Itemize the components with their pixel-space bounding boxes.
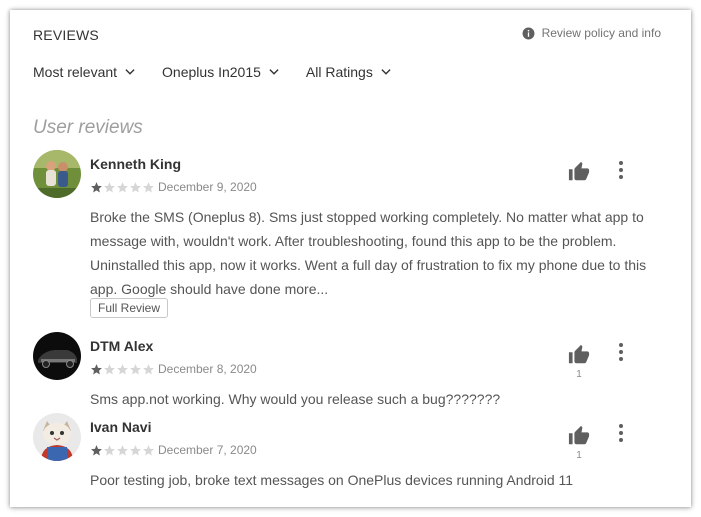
more-options-icon[interactable] — [614, 423, 628, 443]
review-text: Sms app.not working. Why would you relea… — [90, 391, 501, 407]
more-options-icon[interactable] — [614, 342, 628, 362]
star-empty-icon — [143, 444, 154, 455]
star-filled-icon — [91, 444, 102, 455]
review-rating: December 7, 2020 — [90, 443, 257, 457]
star-rating — [90, 181, 155, 194]
helpful-count: 1 — [576, 369, 582, 380]
rating-dropdown-label: All Ratings — [305, 64, 373, 80]
section-title: User reviews — [33, 117, 143, 138]
star-empty-icon — [130, 444, 141, 455]
star-empty-icon — [117, 363, 128, 374]
avatar[interactable] — [33, 413, 81, 461]
thumbs-up-icon[interactable] — [567, 161, 591, 183]
filter-bar: Most relevant Oneplus In2015 All Ratings — [33, 64, 418, 80]
review-item: Ivan Navi December 7, 2020 Poor testing … — [33, 413, 661, 488]
chevron-down-icon — [125, 69, 135, 75]
device-dropdown-label: Oneplus In2015 — [162, 64, 261, 80]
review-date: December 8, 2020 — [158, 362, 257, 376]
star-empty-icon — [130, 181, 141, 192]
more-options-icon[interactable] — [614, 160, 628, 180]
reviews-panel: REVIEWS Review policy and info Most rele… — [10, 10, 691, 507]
review-author: Kenneth King — [90, 156, 181, 172]
full-review-button[interactable]: Full Review — [90, 298, 169, 318]
reviews-title: REVIEWS — [33, 27, 99, 43]
review-text: Broke the SMS (Oneplus 8). Sms just stop… — [90, 209, 647, 297]
chevron-down-icon — [381, 69, 391, 75]
avatar[interactable] — [33, 332, 81, 380]
star-empty-icon — [130, 363, 141, 374]
device-dropdown[interactable]: Oneplus In2015 — [162, 64, 281, 80]
star-empty-icon — [117, 181, 128, 192]
rating-dropdown[interactable]: All Ratings — [306, 64, 393, 80]
reviews-header: REVIEWS Review policy and info — [33, 26, 661, 48]
info-icon — [522, 27, 535, 39]
star-filled-icon — [91, 181, 102, 192]
star-empty-icon — [143, 181, 154, 192]
review-item: Kenneth King December 9, 2020 Broke the … — [33, 150, 661, 320]
thumbs-up-icon[interactable] — [567, 344, 591, 366]
star-filled-icon — [91, 363, 102, 374]
review-date: December 7, 2020 — [158, 443, 257, 457]
review-rating: December 8, 2020 — [90, 362, 257, 376]
star-empty-icon — [143, 363, 154, 374]
review-item: DTM Alex December 8, 2020 Sms app.not wo… — [33, 332, 661, 407]
star-empty-icon — [104, 181, 115, 192]
star-rating — [90, 444, 155, 457]
sort-dropdown[interactable]: Most relevant — [33, 64, 137, 80]
review-rating: December 9, 2020 — [90, 180, 257, 194]
thumbs-up-icon[interactable] — [567, 425, 591, 447]
review-author: Ivan Navi — [90, 419, 152, 435]
star-empty-icon — [104, 444, 115, 455]
review-policy-label: Review policy and info — [541, 26, 661, 40]
star-empty-icon — [117, 444, 128, 455]
chevron-down-icon — [269, 69, 279, 75]
review-date: December 9, 2020 — [158, 180, 257, 194]
star-empty-icon — [104, 363, 115, 374]
review-text: Poor testing job, broke text messages on… — [90, 472, 574, 488]
star-rating — [90, 363, 155, 376]
review-policy-link[interactable]: Review policy and info — [522, 26, 661, 40]
helpful-count: 1 — [576, 450, 582, 461]
avatar[interactable] — [33, 150, 81, 198]
review-author: DTM Alex — [90, 338, 154, 354]
sort-dropdown-label: Most relevant — [33, 64, 118, 80]
